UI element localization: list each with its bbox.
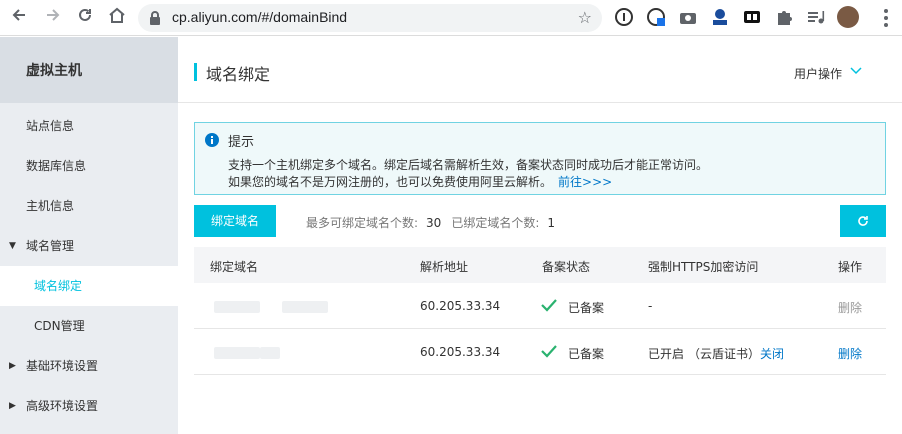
- extension-info-icon[interactable]: [614, 7, 634, 27]
- goto-dns-link[interactable]: 前往>>>: [558, 175, 612, 189]
- notice-line-2: 如果您的域名不是万网注册的，也可以免费使用阿里云解析。 前往>>>: [228, 173, 612, 190]
- sidebar-item-label: 域名管理: [26, 239, 75, 253]
- notice-box: 提示 支持一个主机绑定多个域名。绑定后域名需解析生效，备案状态同时成功后才能正常…: [194, 122, 886, 195]
- col-header-record: 备案状态: [542, 260, 591, 274]
- redacted-domain: [214, 301, 260, 313]
- sidebar-item-basic-env[interactable]: ▶ 基础环境设置: [0, 346, 178, 386]
- refresh-button[interactable]: [840, 205, 886, 237]
- table-row: 60.205.33.34 已备案 - 删除: [194, 283, 886, 329]
- table-row: 60.205.33.34 已备案 已开启 （云盾证书） 关闭 删除: [194, 329, 886, 375]
- sidebar-item-domain-bind[interactable]: 域名绑定: [0, 266, 178, 306]
- page-header: 域名绑定 用户操作: [178, 37, 902, 103]
- col-header-domain: 绑定域名: [210, 260, 259, 274]
- ip-cell: 60.205.33.34: [420, 299, 501, 313]
- redacted-domain: [214, 347, 260, 359]
- sidebar-item-label: 高级环境设置: [26, 399, 99, 413]
- sidebar-title: 虚拟主机: [0, 37, 178, 103]
- lock-icon: [150, 11, 160, 25]
- https-close-link[interactable]: 关闭: [760, 345, 784, 362]
- col-header-actions: 操作: [838, 260, 863, 274]
- url-text: cp.aliyun.com/#/domainBind: [172, 9, 348, 25]
- user-ops-dropdown[interactable]: 用户操作: [794, 65, 842, 82]
- https-cert-cell: （云盾证书）: [688, 347, 761, 361]
- address-bar[interactable]: cp.aliyun.com/#/domainBind ☆: [138, 4, 602, 32]
- max-domains-value: 30: [426, 216, 442, 230]
- title-accent-bar: [194, 63, 197, 81]
- extension-password-icon[interactable]: [646, 7, 666, 27]
- sidebar-item-label: 主机信息: [26, 199, 75, 213]
- delete-link: 删除: [838, 301, 863, 315]
- star-icon[interactable]: ☆: [578, 8, 592, 27]
- sidebar-item-domain-management[interactable]: ▼ 域名管理: [0, 226, 178, 266]
- notice-title: 提示: [228, 135, 255, 150]
- delete-link[interactable]: 删除: [838, 345, 862, 362]
- forward-arrow-icon[interactable]: [42, 7, 64, 29]
- camera-icon[interactable]: [678, 7, 698, 27]
- sidebar: 虚拟主机 站点信息 数据库信息 主机信息 ▼ 域名管理 域名绑定 CDN管理 ▶…: [0, 37, 178, 434]
- check-icon: [541, 345, 557, 358]
- ip-cell: 60.205.33.34: [420, 345, 501, 359]
- sidebar-item-label: 站点信息: [26, 119, 75, 133]
- table-header: 绑定域名 解析地址 备案状态 强制HTTPS加密访问 操作: [194, 247, 886, 283]
- sidebar-item-host-info[interactable]: 主机信息: [0, 186, 178, 226]
- sidebar-item-database-info[interactable]: 数据库信息: [0, 146, 178, 186]
- chevron-down-icon[interactable]: [850, 67, 862, 75]
- reload-icon[interactable]: [74, 7, 96, 29]
- menu-icon[interactable]: [884, 9, 888, 27]
- extension-app-icon[interactable]: [742, 7, 762, 27]
- media-queue-icon[interactable]: [806, 7, 826, 27]
- caret-down-icon: ▼: [9, 241, 16, 251]
- https-status-cell: 已开启: [648, 347, 685, 361]
- bind-domain-button[interactable]: 绑定域名: [194, 205, 276, 237]
- extension-badge-icon[interactable]: [710, 7, 730, 27]
- sidebar-item-label: 域名绑定: [34, 279, 83, 293]
- page-title: 域名绑定: [206, 65, 271, 84]
- back-arrow-icon[interactable]: [8, 7, 30, 29]
- notice-line-1: 支持一个主机绑定多个域名。绑定后域名需解析生效，备案状态同时成功后才能正常访问。: [228, 158, 709, 172]
- sidebar-item-cdn[interactable]: CDN管理: [0, 306, 178, 346]
- sidebar-item-site-info[interactable]: 站点信息: [0, 106, 178, 146]
- sidebar-item-label: 数据库信息: [26, 159, 87, 173]
- puzzle-icon[interactable]: [774, 7, 794, 27]
- caret-right-icon: ▶: [9, 401, 16, 411]
- redacted-domain: [260, 347, 280, 359]
- main-content: 域名绑定 用户操作 提示 支持一个主机绑定多个域名。绑定后域名需解析生效，备案状…: [178, 37, 902, 434]
- sidebar-item-advanced-env[interactable]: ▶ 高级环境设置: [0, 386, 178, 426]
- caret-right-icon: ▶: [9, 361, 16, 371]
- home-icon[interactable]: [106, 7, 128, 29]
- profile-avatar[interactable]: [837, 6, 859, 28]
- record-status-cell: 已备案: [568, 301, 605, 315]
- bound-domains-value: 1: [547, 216, 556, 230]
- refresh-icon: [858, 216, 868, 226]
- https-status-cell: -: [648, 299, 653, 313]
- max-domains-label: 最多可绑定域名个数:: [306, 216, 419, 230]
- col-header-ip: 解析地址: [420, 260, 469, 274]
- domain-stats: 最多可绑定域名个数: 30 已绑定域名个数: 1: [306, 214, 565, 231]
- notice-line-2-text: 如果您的域名不是万网注册的，也可以免费使用阿里云解析。: [228, 175, 553, 189]
- col-header-https: 强制HTTPS加密访问: [648, 260, 759, 274]
- bound-domains-label: 已绑定域名个数:: [451, 216, 540, 230]
- check-icon: [541, 299, 557, 312]
- sidebar-item-label: CDN管理: [34, 319, 85, 333]
- sidebar-item-label: 基础环境设置: [26, 359, 99, 373]
- redacted-domain: [282, 301, 328, 313]
- record-status-cell: 已备案: [568, 347, 605, 361]
- browser-toolbar: cp.aliyun.com/#/domainBind ☆: [0, 0, 902, 36]
- info-icon: [205, 133, 219, 147]
